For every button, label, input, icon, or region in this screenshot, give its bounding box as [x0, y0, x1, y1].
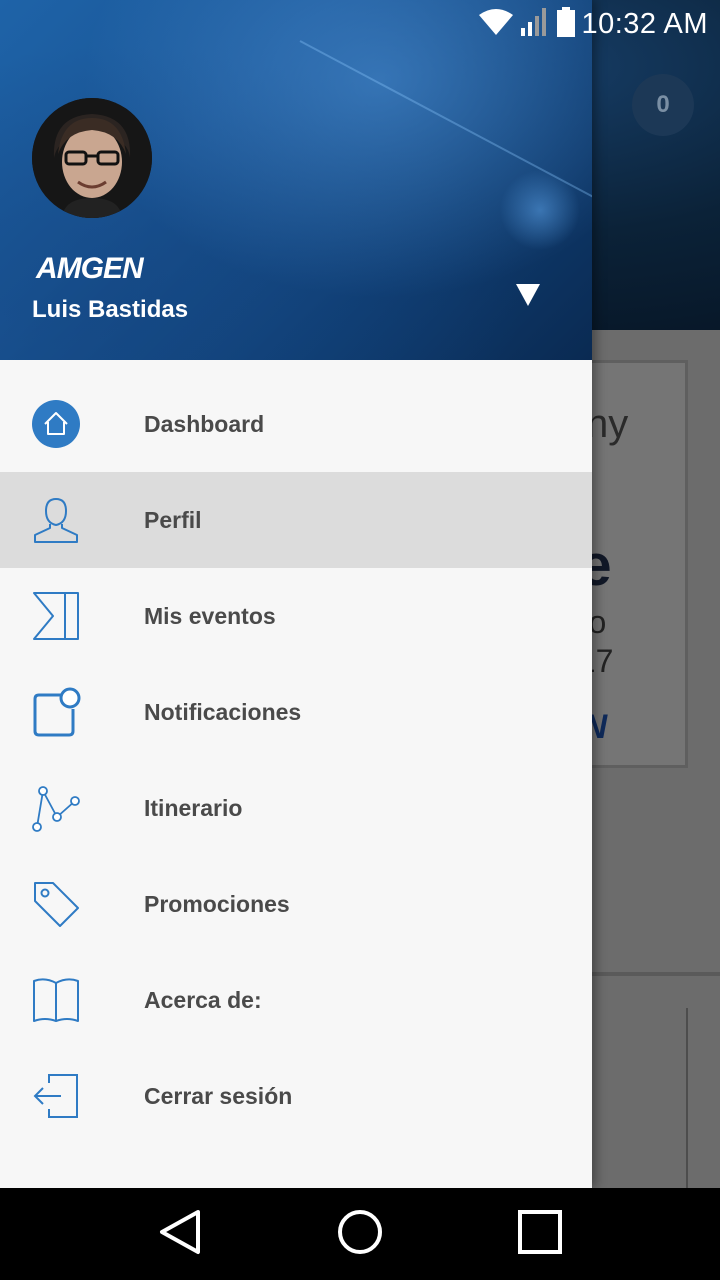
header-decoration — [299, 40, 592, 211]
battery-icon — [557, 6, 576, 42]
menu-item-perfil[interactable]: Perfil — [0, 472, 592, 568]
menu-item-itinerario[interactable]: Itinerario — [0, 760, 592, 856]
menu-item-acerca-de[interactable]: Acerca de: — [0, 952, 592, 1048]
background-divider — [686, 1008, 688, 1188]
background-card-text: ny — [586, 402, 629, 446]
menu-item-label: Perfil — [144, 506, 202, 533]
menu-item-notificaciones[interactable]: Notificaciones — [0, 664, 592, 760]
navigation-drawer: AMGEN Luis Bastidas Dashboard Perfil Mis… — [0, 0, 592, 1188]
menu-item-label: Itinerario — [144, 794, 243, 821]
account-dropdown-button[interactable] — [508, 280, 548, 314]
triangle-down-icon — [515, 283, 541, 312]
drawer-menu: Dashboard Perfil Mis eventos Notificacio… — [0, 376, 592, 1144]
background-divider — [592, 972, 720, 976]
status-time: 10:32 AM — [581, 7, 708, 40]
menu-item-label: Promociones — [144, 890, 290, 917]
back-icon — [158, 1209, 202, 1260]
notification-count-badge[interactable]: 0 — [632, 74, 694, 136]
book-icon — [30, 974, 82, 1026]
system-navigation-bar — [0, 1188, 720, 1280]
menu-item-label: Cerrar sesión — [144, 1082, 293, 1109]
menu-item-mis-eventos[interactable]: Mis eventos — [0, 568, 592, 664]
tag-icon — [30, 878, 82, 930]
menu-item-promociones[interactable]: Promociones — [0, 856, 592, 952]
status-bar: 10:32 AM — [0, 0, 720, 48]
user-icon — [30, 494, 82, 546]
menu-item-label: Dashboard — [144, 410, 265, 437]
user-name: Luis Bastidas — [32, 296, 189, 323]
recents-icon — [518, 1209, 562, 1259]
nav-home-button[interactable] — [325, 1199, 395, 1269]
menu-item-label: Mis eventos — [144, 602, 276, 629]
route-icon — [30, 782, 82, 834]
avatar[interactable] — [32, 98, 152, 218]
nav-back-button[interactable] — [145, 1199, 215, 1269]
menu-item-label: Notificaciones — [144, 698, 302, 725]
wifi-icon — [479, 8, 514, 40]
home-icon — [30, 398, 82, 450]
nav-recents-button[interactable] — [505, 1199, 575, 1269]
notification-icon — [30, 686, 82, 738]
amgen-logo: AMGEN — [36, 252, 144, 285]
menu-item-label: Acerca de: — [144, 986, 262, 1013]
signal-icon — [521, 7, 549, 41]
logout-icon — [30, 1070, 82, 1122]
events-icon — [30, 590, 82, 642]
drawer-header: AMGEN Luis Bastidas — [0, 0, 592, 360]
home-circle-icon — [337, 1209, 383, 1260]
menu-item-cerrar-sesion[interactable]: Cerrar sesión — [0, 1048, 592, 1144]
menu-item-dashboard[interactable]: Dashboard — [0, 376, 592, 472]
